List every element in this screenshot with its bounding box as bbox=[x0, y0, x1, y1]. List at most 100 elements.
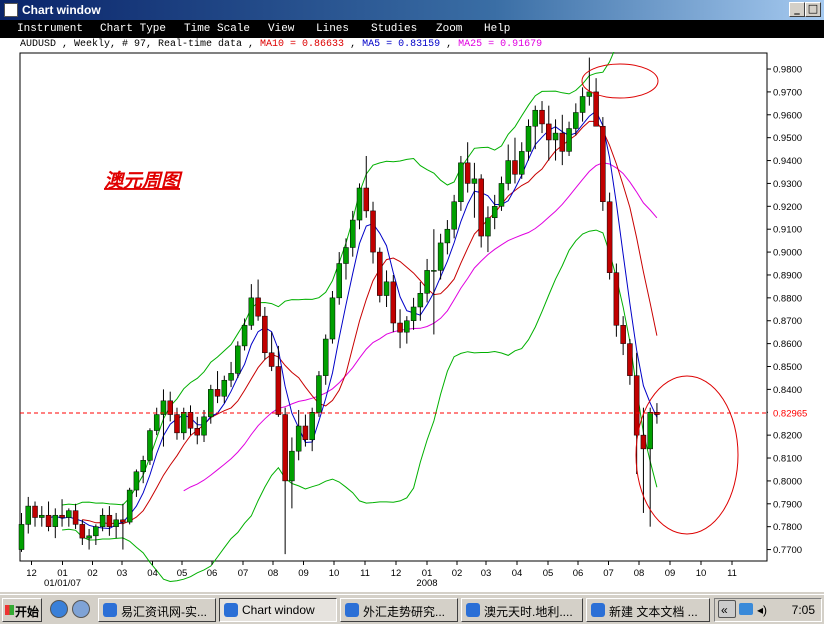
candle-body bbox=[316, 375, 322, 413]
ma10-label: MA10 = 0.86633 bbox=[260, 39, 345, 50]
menu-view[interactable]: View bbox=[268, 23, 294, 35]
title-bar[interactable]: Chart window _ □ bbox=[0, 0, 824, 20]
menu-instrument[interactable]: Instrument bbox=[17, 23, 83, 35]
tray-expand-icon[interactable]: « bbox=[721, 603, 728, 617]
candle bbox=[606, 192, 613, 280]
candle-body bbox=[627, 343, 633, 376]
candle-body bbox=[410, 306, 417, 321]
candle-body bbox=[505, 160, 511, 184]
candle-body bbox=[59, 514, 65, 518]
clock: 7:05 bbox=[791, 603, 815, 617]
candle-body bbox=[214, 389, 221, 397]
maximize-icon[interactable]: □ bbox=[805, 2, 821, 17]
candle-body bbox=[25, 505, 32, 525]
menu-bar: Instrument Chart Type Time Scale View Li… bbox=[0, 20, 824, 38]
task-yihui[interactable]: 易汇资讯网-实... bbox=[98, 598, 216, 622]
candle-body bbox=[370, 210, 376, 253]
candle-body bbox=[120, 519, 126, 523]
candle-body bbox=[228, 373, 234, 381]
candle-body bbox=[363, 187, 370, 212]
y-tick-label: 0.9200 bbox=[773, 202, 802, 213]
menu-time-scale[interactable]: Time Scale bbox=[184, 23, 250, 35]
x-tick-label: 06 bbox=[207, 568, 218, 579]
desktop-icon[interactable] bbox=[72, 600, 90, 618]
minimize-icon[interactable]: _ bbox=[789, 2, 805, 17]
price-chart[interactable]: 0.77000.78000.79000.80000.81000.82000.83… bbox=[0, 52, 824, 592]
menu-chart-type[interactable]: Chart Type bbox=[100, 23, 166, 35]
menu-zoom[interactable]: Zoom bbox=[436, 23, 462, 35]
candle-body bbox=[349, 219, 356, 248]
y-tick-label: 0.9100 bbox=[773, 225, 802, 236]
x-tick-label: 12 bbox=[391, 568, 402, 579]
y-tick-label: 0.9300 bbox=[773, 179, 802, 190]
menu-lines[interactable]: Lines bbox=[316, 23, 349, 35]
candle-body bbox=[464, 162, 471, 184]
x-tick-label: 10 bbox=[329, 568, 340, 579]
menu-studies[interactable]: Studies bbox=[371, 23, 417, 35]
y-tick-label: 0.8700 bbox=[773, 316, 802, 327]
candle bbox=[377, 247, 383, 303]
candle-body bbox=[140, 460, 146, 473]
network-icon[interactable] bbox=[739, 603, 753, 615]
x-tick-label: 04 bbox=[147, 568, 158, 579]
chart-window-app: Chart window _ □ Instrument Chart Type T… bbox=[0, 0, 824, 624]
x-tick-label: 02 bbox=[87, 568, 98, 579]
menu-help[interactable]: Help bbox=[484, 23, 510, 35]
x-tick-label: 07 bbox=[238, 568, 249, 579]
candle-body bbox=[343, 247, 349, 264]
candle-body bbox=[620, 325, 626, 344]
candle-body bbox=[241, 325, 248, 347]
candle-body bbox=[573, 112, 579, 129]
candle bbox=[600, 117, 606, 211]
candle bbox=[147, 428, 153, 465]
candle-body bbox=[194, 428, 201, 436]
candle-body bbox=[491, 206, 498, 219]
candle-body bbox=[518, 151, 525, 175]
ma25-label: MA25 = 0.91679 bbox=[458, 39, 543, 50]
x-tick-label: 03 bbox=[481, 568, 492, 579]
y-tick-label: 0.8000 bbox=[773, 476, 802, 487]
candle-body bbox=[295, 425, 302, 452]
taskbar: 开始 易汇资讯网-实... Chart window 外汇走势研究... 澳元天… bbox=[0, 594, 824, 624]
y-tick-label: 0.8400 bbox=[773, 385, 802, 396]
candle-body bbox=[579, 96, 586, 113]
x-tick-label: 09 bbox=[298, 568, 309, 579]
ie-icon[interactable] bbox=[50, 600, 68, 618]
info-separator-1: , bbox=[344, 39, 363, 50]
candle-body bbox=[282, 414, 288, 482]
candle-body bbox=[302, 425, 309, 440]
x-tick-label: 10 bbox=[696, 568, 707, 579]
task-aud-time[interactable]: 澳元天时.地利.... bbox=[461, 598, 583, 622]
volume-icon[interactable]: ◂) bbox=[757, 603, 767, 617]
x-tick-label: 08 bbox=[268, 568, 279, 579]
task-chart-window[interactable]: Chart window bbox=[219, 598, 337, 622]
chart-annotation: 澳元周图 bbox=[104, 170, 183, 192]
candle-body bbox=[600, 125, 606, 202]
start-button[interactable]: 开始 bbox=[2, 598, 42, 622]
candle-body bbox=[383, 281, 390, 296]
candle-body bbox=[451, 201, 457, 230]
candle-body bbox=[377, 251, 383, 296]
x-axis: 12 01 02 03 04 05 06 07 08 09 10 11 12 01 02 03 04 05 06 07… bbox=[26, 561, 737, 589]
y-tick-label: 0.8500 bbox=[773, 362, 802, 373]
candle-body bbox=[72, 510, 79, 525]
candle-body bbox=[532, 109, 539, 127]
ma5-label: MA5 = 0.83159 bbox=[362, 39, 441, 50]
candle-body bbox=[160, 400, 167, 415]
candle-body bbox=[424, 270, 430, 294]
candle-body bbox=[268, 352, 275, 367]
candle-body bbox=[309, 412, 315, 440]
candle-body bbox=[126, 489, 133, 523]
instrument-info: AUDUSD , Weekly, # 97, Real-time data , bbox=[20, 39, 261, 50]
candle-body bbox=[113, 519, 119, 527]
x-sub-label: 01/01/07 bbox=[44, 578, 81, 589]
candle-body bbox=[18, 524, 25, 550]
task-new-text-doc[interactable]: 新建 文本文档 ... bbox=[586, 598, 710, 622]
y-tick-label: 0.8800 bbox=[773, 293, 802, 304]
x-tick-label: 11 bbox=[727, 568, 737, 579]
candle-body bbox=[187, 412, 194, 429]
candle-body bbox=[289, 450, 295, 482]
candle-body bbox=[613, 272, 620, 326]
task-forex-research[interactable]: 外汇走势研究... bbox=[340, 598, 458, 622]
candle-body bbox=[201, 416, 207, 436]
